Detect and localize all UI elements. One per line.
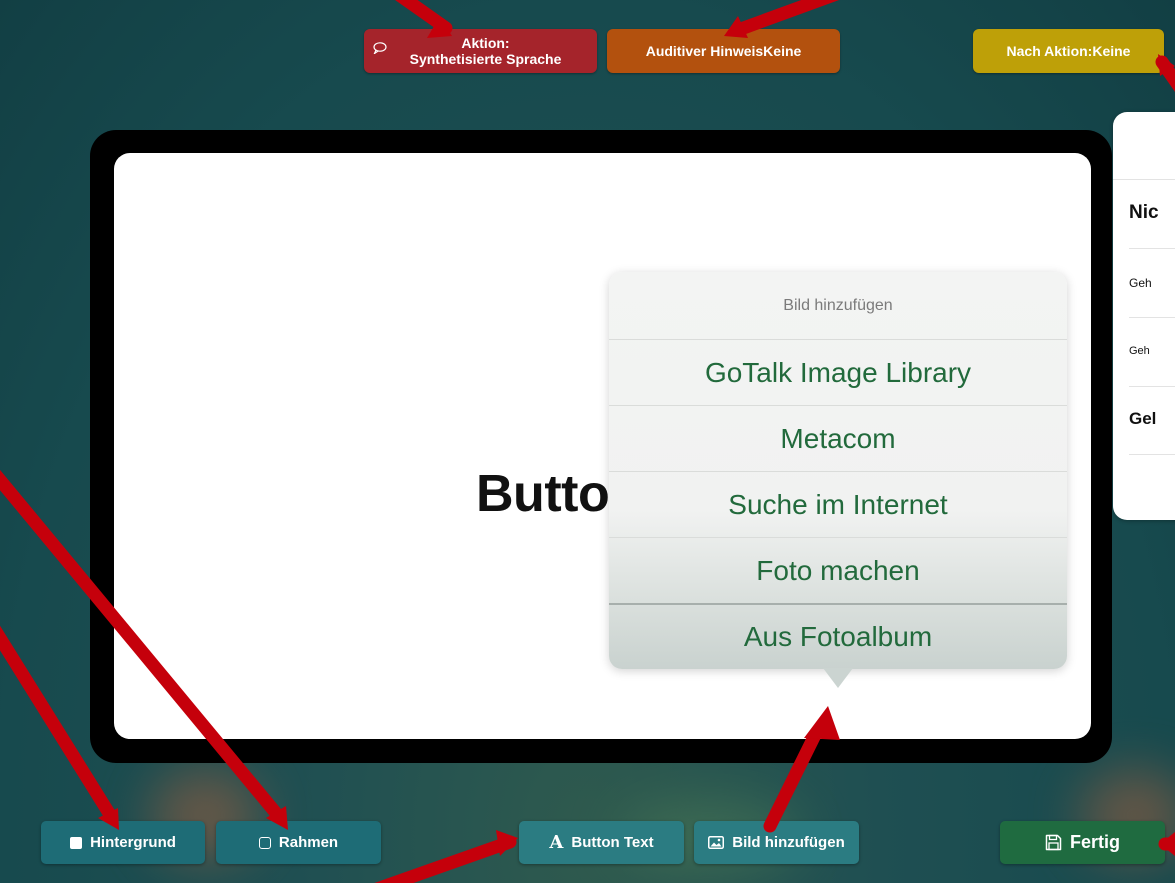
option-internet-search[interactable]: Suche im Internet: [609, 471, 1067, 537]
square-outline-icon: [258, 836, 271, 849]
image-icon: [708, 836, 725, 849]
arrow-to-after-action: [1155, 55, 1175, 92]
add-image-label: Bild hinzufügen: [732, 834, 845, 851]
arrow-to-button-text: [374, 835, 517, 883]
sheet-option-2[interactable]: Geh: [1129, 345, 1175, 357]
done-button[interactable]: Fertig: [1000, 821, 1165, 864]
sheet-divider: [1129, 248, 1175, 249]
filled-square-icon: [70, 836, 83, 849]
arrow-to-hint: [731, 0, 840, 37]
sheet-option-0[interactable]: Nic: [1129, 202, 1175, 224]
after-action-sheet: Nic Geh Geh Gel: [1113, 112, 1175, 520]
action-button[interactable]: Aktion: Synthetisierte Sprache: [364, 29, 597, 73]
button-text-label: Button Text: [571, 834, 654, 851]
arrowhead: [496, 830, 518, 856]
add-image-popover: Bild hinzufügen GoTalk Image Library Met…: [609, 272, 1067, 669]
option-photo-album[interactable]: Aus Fotoalbum: [609, 603, 1067, 669]
auditory-hint-button[interactable]: Auditiver HinweisKeine: [607, 29, 840, 73]
save-icon: [1045, 834, 1062, 851]
popover-arrow: [823, 668, 853, 688]
after-action-label: Nach Aktion:Keine: [1006, 43, 1131, 59]
option-take-photo[interactable]: Foto machen: [609, 537, 1067, 603]
auditory-hint-label: Auditiver HinweisKeine: [645, 43, 802, 59]
sheet-header-divider: [1113, 179, 1175, 180]
action-button-label: Aktion: Synthetisierte Sprache: [409, 35, 562, 67]
background-button[interactable]: Hintergrund: [41, 821, 205, 864]
option-metacom[interactable]: Metacom: [609, 405, 1067, 471]
after-action-button[interactable]: Nach Aktion:Keine: [973, 29, 1164, 73]
add-image-button[interactable]: Bild hinzufügen: [694, 821, 859, 864]
arrow-to-action: [395, 0, 453, 35]
done-label: Fertig: [1069, 832, 1120, 852]
speech-bubble-icon: [373, 42, 387, 54]
text-a-icon: A: [549, 832, 564, 853]
button-text-preview[interactable]: Butto: [476, 464, 610, 524]
sheet-divider: [1129, 317, 1175, 318]
frame-label: Rahmen: [278, 834, 339, 851]
sheet-option-1[interactable]: Geh: [1129, 276, 1175, 290]
background-label: Hintergrund: [90, 834, 176, 851]
button-text-button[interactable]: A Button Text: [519, 821, 684, 864]
popover-title: Bild hinzufügen: [783, 296, 893, 314]
frame-button[interactable]: Rahmen: [216, 821, 381, 864]
sheet-option-3[interactable]: Gel: [1129, 386, 1175, 452]
sheet-divider: [1129, 454, 1175, 455]
option-gotalk-library[interactable]: GoTalk Image Library: [609, 339, 1067, 405]
